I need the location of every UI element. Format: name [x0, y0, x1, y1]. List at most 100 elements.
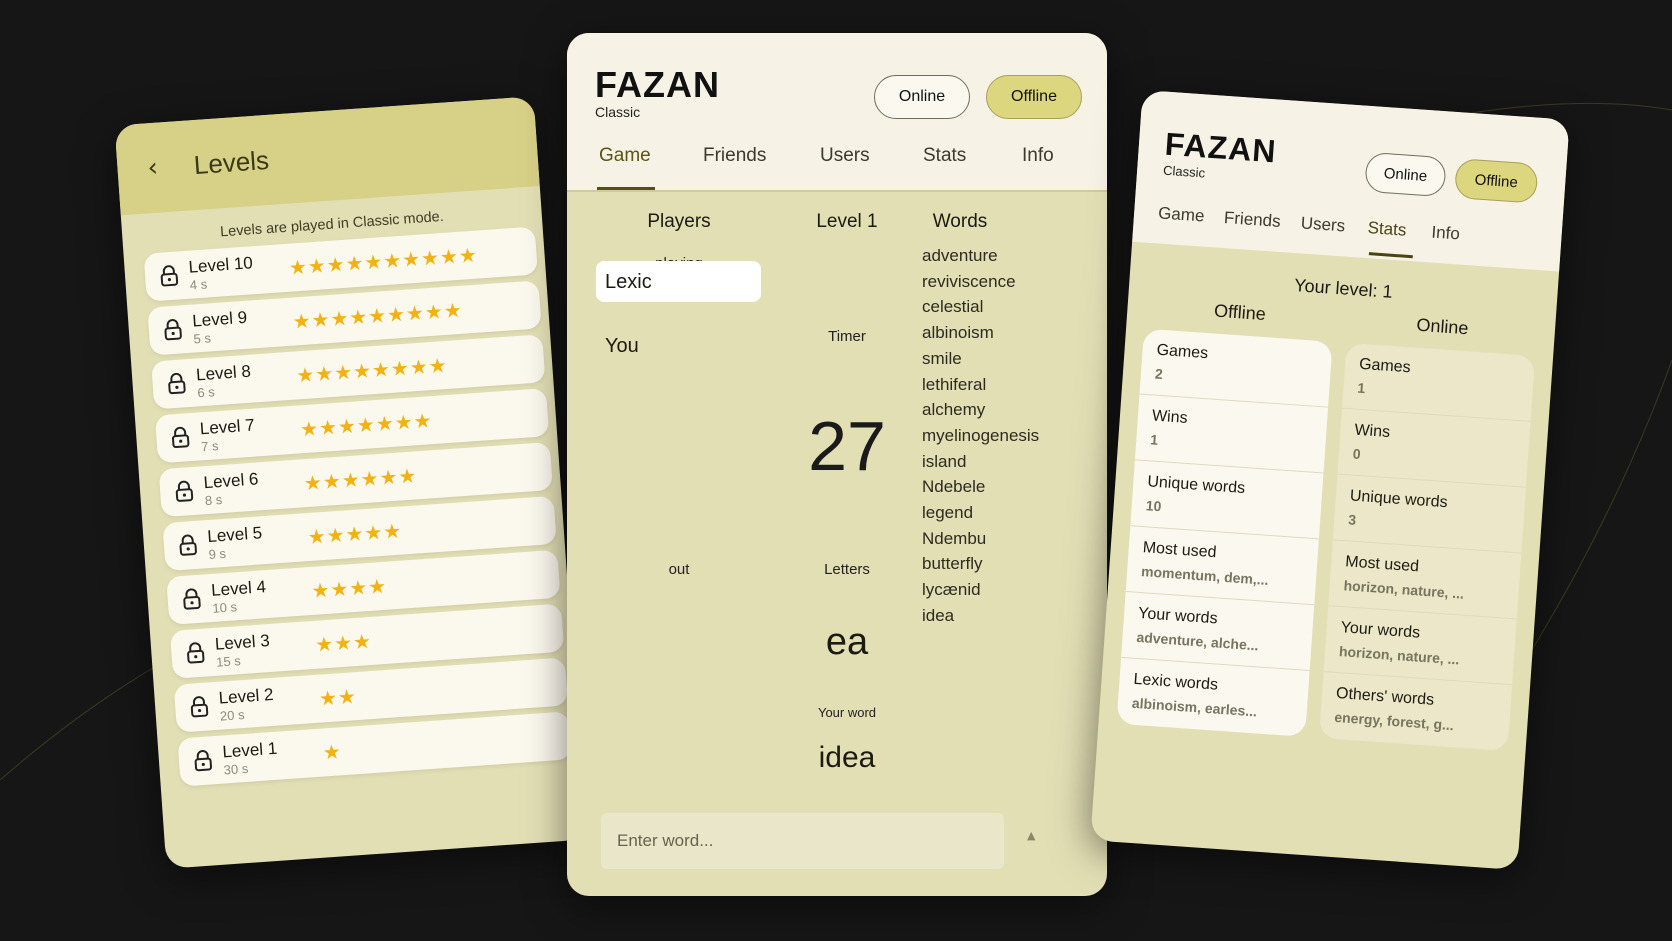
star-rating: ★ [321, 739, 343, 765]
stat-value: 3 [1347, 511, 1357, 528]
level-text: Level 68 s [203, 466, 305, 508]
offline-button[interactable]: Offline [986, 75, 1082, 119]
player-you: You [605, 335, 639, 357]
logo-subtitle: Classic [595, 104, 641, 120]
your-word-value: idea [818, 741, 876, 774]
lock-icon [187, 642, 205, 664]
online-button[interactable]: Online [874, 75, 970, 119]
word-item: celestial [922, 297, 984, 317]
letters-value: ea [825, 621, 869, 663]
star-rating: ★★★ [314, 628, 373, 657]
word-item: albinoism [922, 323, 994, 343]
level-text: Level 1 30 s [222, 735, 324, 777]
stat-value: 2 [1154, 365, 1164, 383]
offline-stats: Games 2 Wins 1 Unique words 10 Most used moment… [1116, 328, 1333, 737]
level-text: Level 3 15 s [214, 627, 316, 670]
out-label: out [668, 561, 690, 578]
lock-icon [179, 534, 197, 556]
lock-icon [175, 480, 194, 502]
level-list: Level 10 4 s ★★★★★★★★★★ Level 95 s ★★★★★★★★★… [124, 226, 580, 788]
tab-game[interactable]: Game [599, 145, 651, 167]
offline-header: Offline [1213, 300, 1267, 325]
lock-icon [183, 588, 201, 610]
timer-value: 27 [808, 407, 886, 485]
your-word-label: Your word [817, 705, 877, 720]
level-text: Level 10 4 s [188, 250, 290, 292]
stat-value: 1 [1149, 431, 1159, 448]
tab-info[interactable]: Info [1431, 223, 1461, 245]
stat-value: momentum, dem,... [1140, 563, 1270, 588]
word-item: myelinogenesis [922, 425, 1040, 445]
stat-item: Others' words energy, forest, g... [1319, 672, 1512, 751]
levels-screen: ‹ Levels Levels are played in Classic mo… [114, 96, 586, 869]
star-rating: ★★★★★★ [303, 463, 419, 496]
tab-info[interactable]: Info [1022, 145, 1054, 167]
stat-value: 0 [1352, 445, 1362, 463]
game-header: FAZAN Classic Online Offline Game Friend… [567, 33, 1107, 190]
word-item: butterfly [922, 554, 983, 574]
logo-text: FAZAN [595, 64, 720, 105]
chevron-left-icon[interactable]: ‹ [147, 153, 159, 184]
level-text: Level 86 s [195, 358, 297, 400]
lock-icon [164, 319, 182, 341]
current-player: Lexic [596, 261, 761, 302]
lock-icon [190, 696, 209, 718]
active-tab-indicator [597, 187, 655, 190]
active-tab-indicator [1368, 252, 1413, 259]
stat-value: adventure, alche... [1136, 628, 1260, 654]
words-header: Words [932, 211, 988, 232]
stats-screen: FAZAN Classic Online Offline Game Friend… [1090, 89, 1570, 871]
word-item: alchemy [922, 400, 986, 420]
online-column: Online Games 1 Wins 0 Unique words 3 Most used… [1318, 310, 1537, 752]
tab-friends[interactable]: Friends [703, 145, 766, 167]
word-item: Ndebele [922, 477, 986, 497]
star-rating: ★★★★★★★★★★ [288, 242, 479, 280]
level-text: Level 2 20 s [218, 681, 320, 723]
offline-column: Offline Games 2 Wins 1 Unique words 10 Most us… [1116, 296, 1334, 737]
lock-icon [172, 426, 190, 449]
online-header: Online [1415, 314, 1470, 339]
lock-icon [194, 749, 213, 772]
word-item: adventure [922, 246, 998, 265]
star-rating: ★★★★★★★★★ [291, 297, 464, 334]
letters-label: Letters [824, 561, 870, 578]
levels-title: Levels [192, 144, 270, 180]
stats-columns: Offline Games 2 Wins 1 Unique words 10 Most us… [1099, 294, 1556, 752]
tab-friends[interactable]: Friends [1223, 208, 1281, 232]
stat-item: Lexic words albinoism, earles... [1116, 658, 1309, 737]
stat-value: horizon, nature, ... [1338, 643, 1460, 668]
word-item: lycænid [922, 580, 981, 600]
stats-header: FAZAN Classic Online Offline Game Friend… [1132, 89, 1570, 272]
timer-label: Timer [828, 328, 866, 345]
word-item: reviviscence [922, 271, 1016, 291]
level-text: Level 4 10 s [210, 573, 312, 616]
level-text: Level 59 s [207, 520, 309, 562]
word-item: island [922, 451, 967, 471]
word-item: legend [922, 503, 974, 523]
level-text: Level 77 s [199, 412, 301, 454]
word-input[interactable] [601, 813, 1004, 869]
app-logo: FAZAN Classic [1163, 126, 1278, 186]
tab-game[interactable]: Game [1157, 203, 1206, 226]
star-rating: ★★★★★★★ [299, 408, 434, 442]
lock-icon [168, 372, 186, 395]
lock-icon [160, 265, 179, 287]
words-list: adventure reviviscence celestial albinoism s… [922, 243, 1039, 629]
level-header: Level 1 [816, 211, 878, 232]
caret-up-icon[interactable]: ▲ [1027, 829, 1035, 842]
word-item: smile [922, 348, 962, 368]
word-item: Ndembu [922, 528, 987, 548]
offline-button[interactable]: Offline [1453, 158, 1539, 204]
star-rating: ★★ [318, 684, 358, 711]
tab-users[interactable]: Users [820, 145, 870, 167]
tab-bar: Game Friends Users Stats Info [567, 145, 1107, 190]
stat-value: 10 [1145, 497, 1162, 515]
online-stats: Games 1 Wins 0 Unique words 3 Most used horizon… [1318, 342, 1536, 752]
tab-users[interactable]: Users [1300, 213, 1346, 236]
star-rating: ★★★★ [310, 573, 388, 603]
stat-value: energy, forest, g... [1333, 708, 1455, 734]
tab-stats[interactable]: Stats [923, 145, 966, 167]
tab-stats[interactable]: Stats [1367, 218, 1407, 241]
players-header: Players [647, 211, 711, 232]
online-button[interactable]: Online [1364, 151, 1447, 198]
